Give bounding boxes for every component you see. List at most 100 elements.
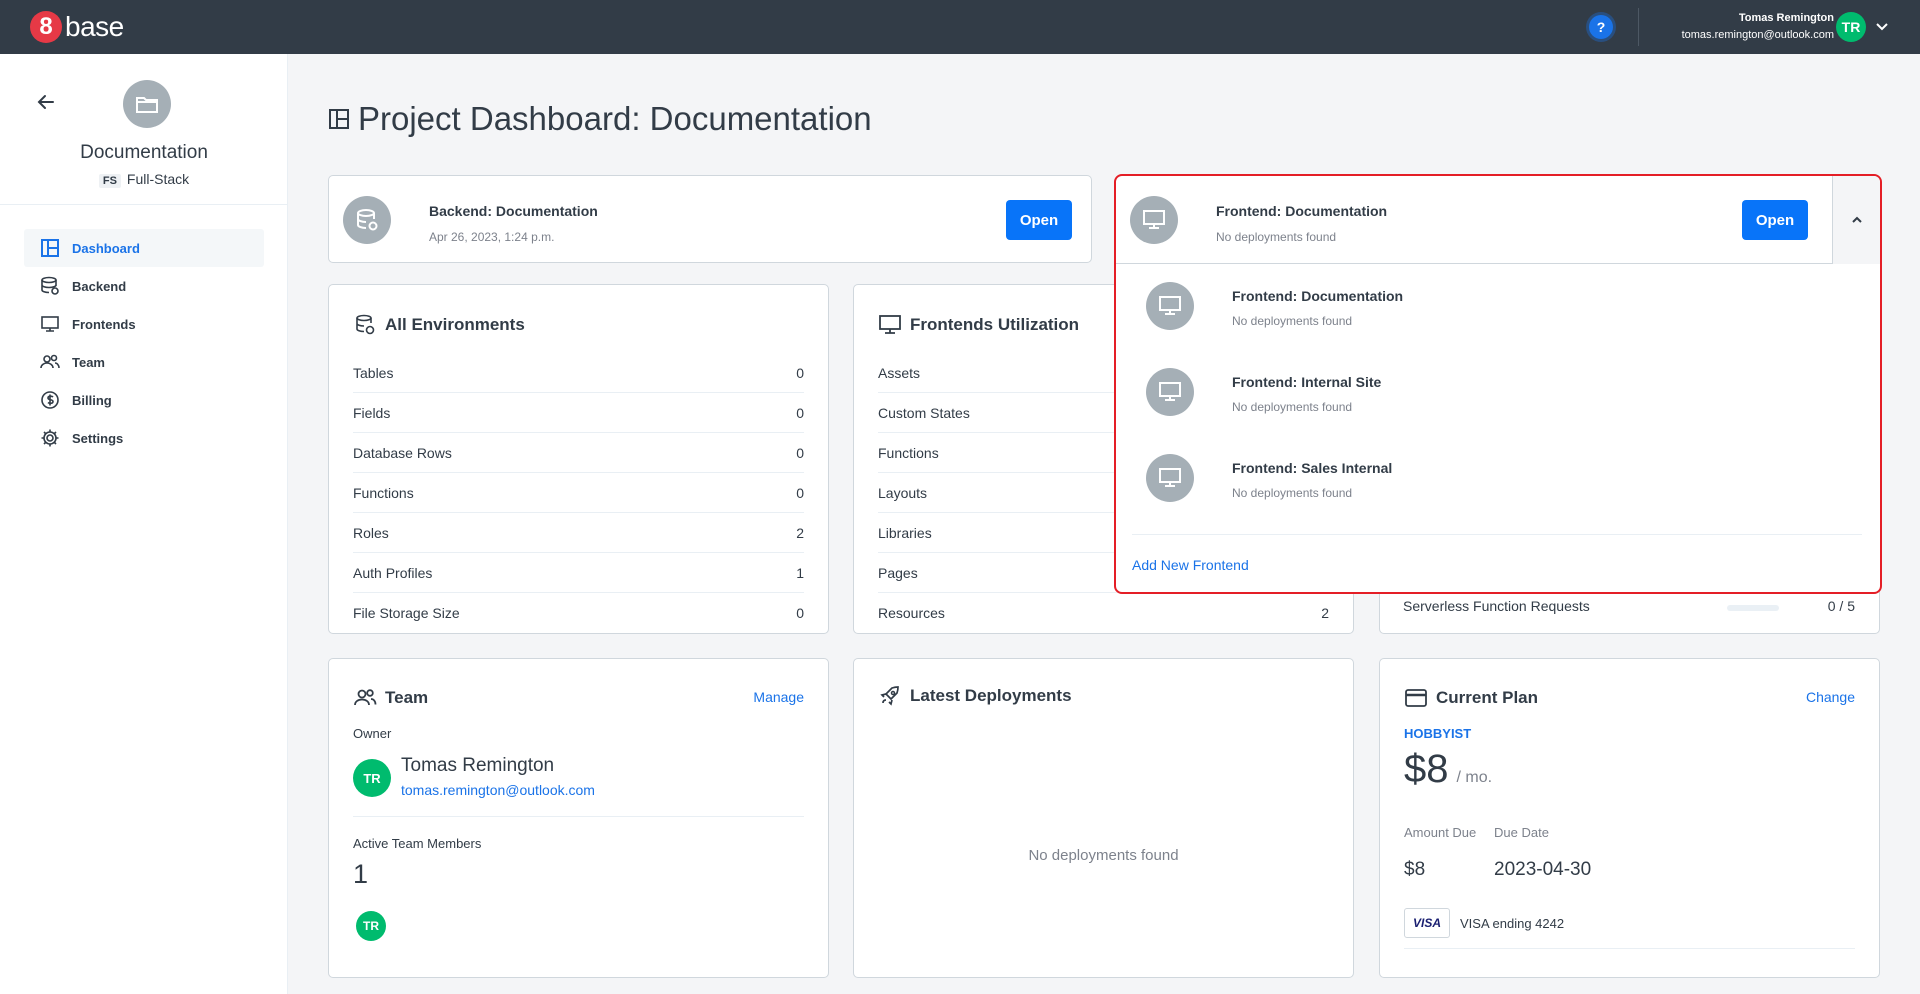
chevron-down-icon[interactable] <box>1874 18 1890 34</box>
sidebar-item-label: Backend <box>72 278 127 294</box>
stat-value: 1 <box>796 564 804 581</box>
sidebar-item-label: Settings <box>72 430 124 446</box>
stat-row: Functions 0 <box>353 473 804 513</box>
dropdown-item-status: No deployments found <box>1232 400 1353 414</box>
all-environments-card: All Environments Tables 0 Fields 0 Database … <box>328 284 829 634</box>
project-badge: FS <box>98 174 121 188</box>
sidebar-item-billing[interactable]: Billing <box>24 381 264 419</box>
owner-avatar: TR <box>353 759 391 797</box>
project-type-label: Full-Stack <box>126 171 190 187</box>
owner-email-link[interactable]: tomas.remington@outlook.com <box>401 782 595 798</box>
current-plan-card: Current Plan Change HOBBYIST $8 / mo. Am… <box>1379 658 1880 978</box>
project-type: FS Full-Stack <box>0 171 288 188</box>
plan-name: HOBBYIST <box>1404 726 1472 741</box>
owner-name: Tomas Remington <box>401 755 555 776</box>
chevron-up-icon <box>1851 216 1862 223</box>
card-title: Frontends Utilization <box>910 315 1080 334</box>
members-count: 1 <box>353 859 369 889</box>
credit-card-icon <box>1405 689 1427 707</box>
card-header: Latest Deployments <box>878 684 1072 708</box>
database-cloud-icon <box>343 196 391 244</box>
sidebar-nav: Dashboard Backend Frontends Team Billing… <box>24 229 264 457</box>
backend-date: Apr 26, 2023, 1:24 p.m. <box>429 230 555 244</box>
logo[interactable]: 8 base <box>30 11 124 43</box>
top-bar: 8 base ? Tomas Remington tomas.remington… <box>0 0 1920 54</box>
change-plan-link[interactable]: Change <box>1806 689 1855 705</box>
stat-label: Fields <box>353 404 391 421</box>
folder-icon <box>123 80 171 128</box>
frontend-status: No deployments found <box>1216 230 1337 244</box>
user-name: Tomas Remington <box>1738 12 1834 24</box>
stat-label: Auth Profiles <box>353 564 433 581</box>
add-new-frontend-link[interactable]: Add New Frontend <box>1132 557 1249 573</box>
stat-row: File Storage Size 0 <box>353 593 804 633</box>
manage-team-link[interactable]: Manage <box>753 689 804 705</box>
monitor-icon <box>1146 282 1194 330</box>
card-title: Team <box>385 688 429 707</box>
dropdown-item-sales-internal[interactable]: Frontend: Sales Internal No deployments … <box>1146 448 1846 508</box>
sidebar-item-frontends[interactable]: Frontends <box>24 305 264 343</box>
stat-row: Database Rows 0 <box>353 433 804 473</box>
logo-mark: 8 <box>30 11 62 43</box>
collapse-dropdown-button[interactable] <box>1832 176 1880 264</box>
stat-label: Database Rows <box>353 444 452 461</box>
open-frontend-button[interactable]: Open <box>1742 200 1808 240</box>
plan-price: $8 / mo. <box>1404 747 1492 792</box>
monitor-icon <box>1146 454 1194 502</box>
stat-value: 2 <box>1321 605 1329 621</box>
page-title: Project Dashboard: Documentation <box>328 100 872 138</box>
amount-due-value: $8 <box>1404 859 1426 880</box>
sidebar-item-label: Billing <box>72 392 112 408</box>
dropdown-divider <box>1132 534 1862 535</box>
usage-progress-bar <box>1727 605 1779 611</box>
latest-deployments-card: Latest Deployments No deployments found <box>853 658 1354 978</box>
stat-value: 0 <box>796 404 804 421</box>
visa-logo: VISA <box>1404 908 1450 938</box>
stat-label: Custom States <box>878 404 970 421</box>
dropdown-item-title: Frontend: Documentation <box>1232 288 1404 304</box>
open-backend-button[interactable]: Open <box>1006 200 1072 240</box>
card-header: Frontends Utilization <box>878 313 1079 337</box>
amount-due-label: Amount Due <box>1404 825 1477 840</box>
sidebar-item-backend[interactable]: Backend <box>24 267 264 305</box>
sidebar: Documentation FS Full-Stack Dashboard Bac… <box>0 54 288 994</box>
team-card: Team Manage Owner TR Tomas Remington tom… <box>328 658 829 978</box>
rocket-icon <box>880 686 899 706</box>
dropdown-item-documentation[interactable]: Frontend: Documentation No deployments f… <box>1146 276 1846 336</box>
stat-row: Roles 2 <box>353 513 804 553</box>
card-header: Team <box>353 686 428 710</box>
sidebar-divider <box>0 204 288 205</box>
stat-row: Fields 0 <box>353 393 804 433</box>
sidebar-item-label: Frontends <box>72 316 136 332</box>
page-title-text: Project Dashboard: Documentation <box>358 100 872 137</box>
stat-value: 0 <box>796 364 804 381</box>
stat-value: 0 <box>796 605 804 621</box>
member-avatar[interactable]: TR <box>356 911 386 941</box>
sidebar-item-dashboard[interactable]: Dashboard <box>24 229 264 267</box>
help-icon[interactable]: ? <box>1589 15 1613 39</box>
dropdown-item-title: Frontend: Sales Internal <box>1232 460 1393 476</box>
user-email: tomas.remington@outlook.com <box>1681 29 1834 41</box>
stat-label: Resources <box>878 605 945 621</box>
sidebar-item-settings[interactable]: Settings <box>24 419 264 457</box>
logo-text: base <box>65 11 124 42</box>
dropdown-item-internal-site[interactable]: Frontend: Internal Site No deployments f… <box>1146 362 1846 422</box>
dropdown-item-status: No deployments found <box>1232 314 1353 328</box>
user-info[interactable]: Tomas Remington tomas.remington@outlook.… <box>1682 12 1834 41</box>
stat-label: Pages <box>878 564 918 581</box>
back-arrow-icon[interactable] <box>36 92 56 112</box>
stat-label: Layouts <box>878 484 928 501</box>
backend-title: Backend: Documentation <box>429 203 598 219</box>
stat-value: 0 <box>796 444 804 461</box>
sidebar-item-label: Team <box>72 354 105 370</box>
plan-price-amount: $8 <box>1404 747 1449 791</box>
user-avatar[interactable]: TR <box>1836 12 1866 42</box>
dashboard-icon <box>41 239 59 257</box>
database-cloud-icon <box>356 314 375 335</box>
card-header: Current Plan <box>1404 686 1538 710</box>
environment-stats: Tables 0 Fields 0 Database Rows 0 Functions 0 Ro… <box>353 353 804 633</box>
sidebar-item-team[interactable]: Team <box>24 343 264 381</box>
plan-period: / mo. <box>1456 769 1493 786</box>
stat-value: 0 <box>796 484 804 501</box>
stat-label: Functions <box>878 444 939 461</box>
